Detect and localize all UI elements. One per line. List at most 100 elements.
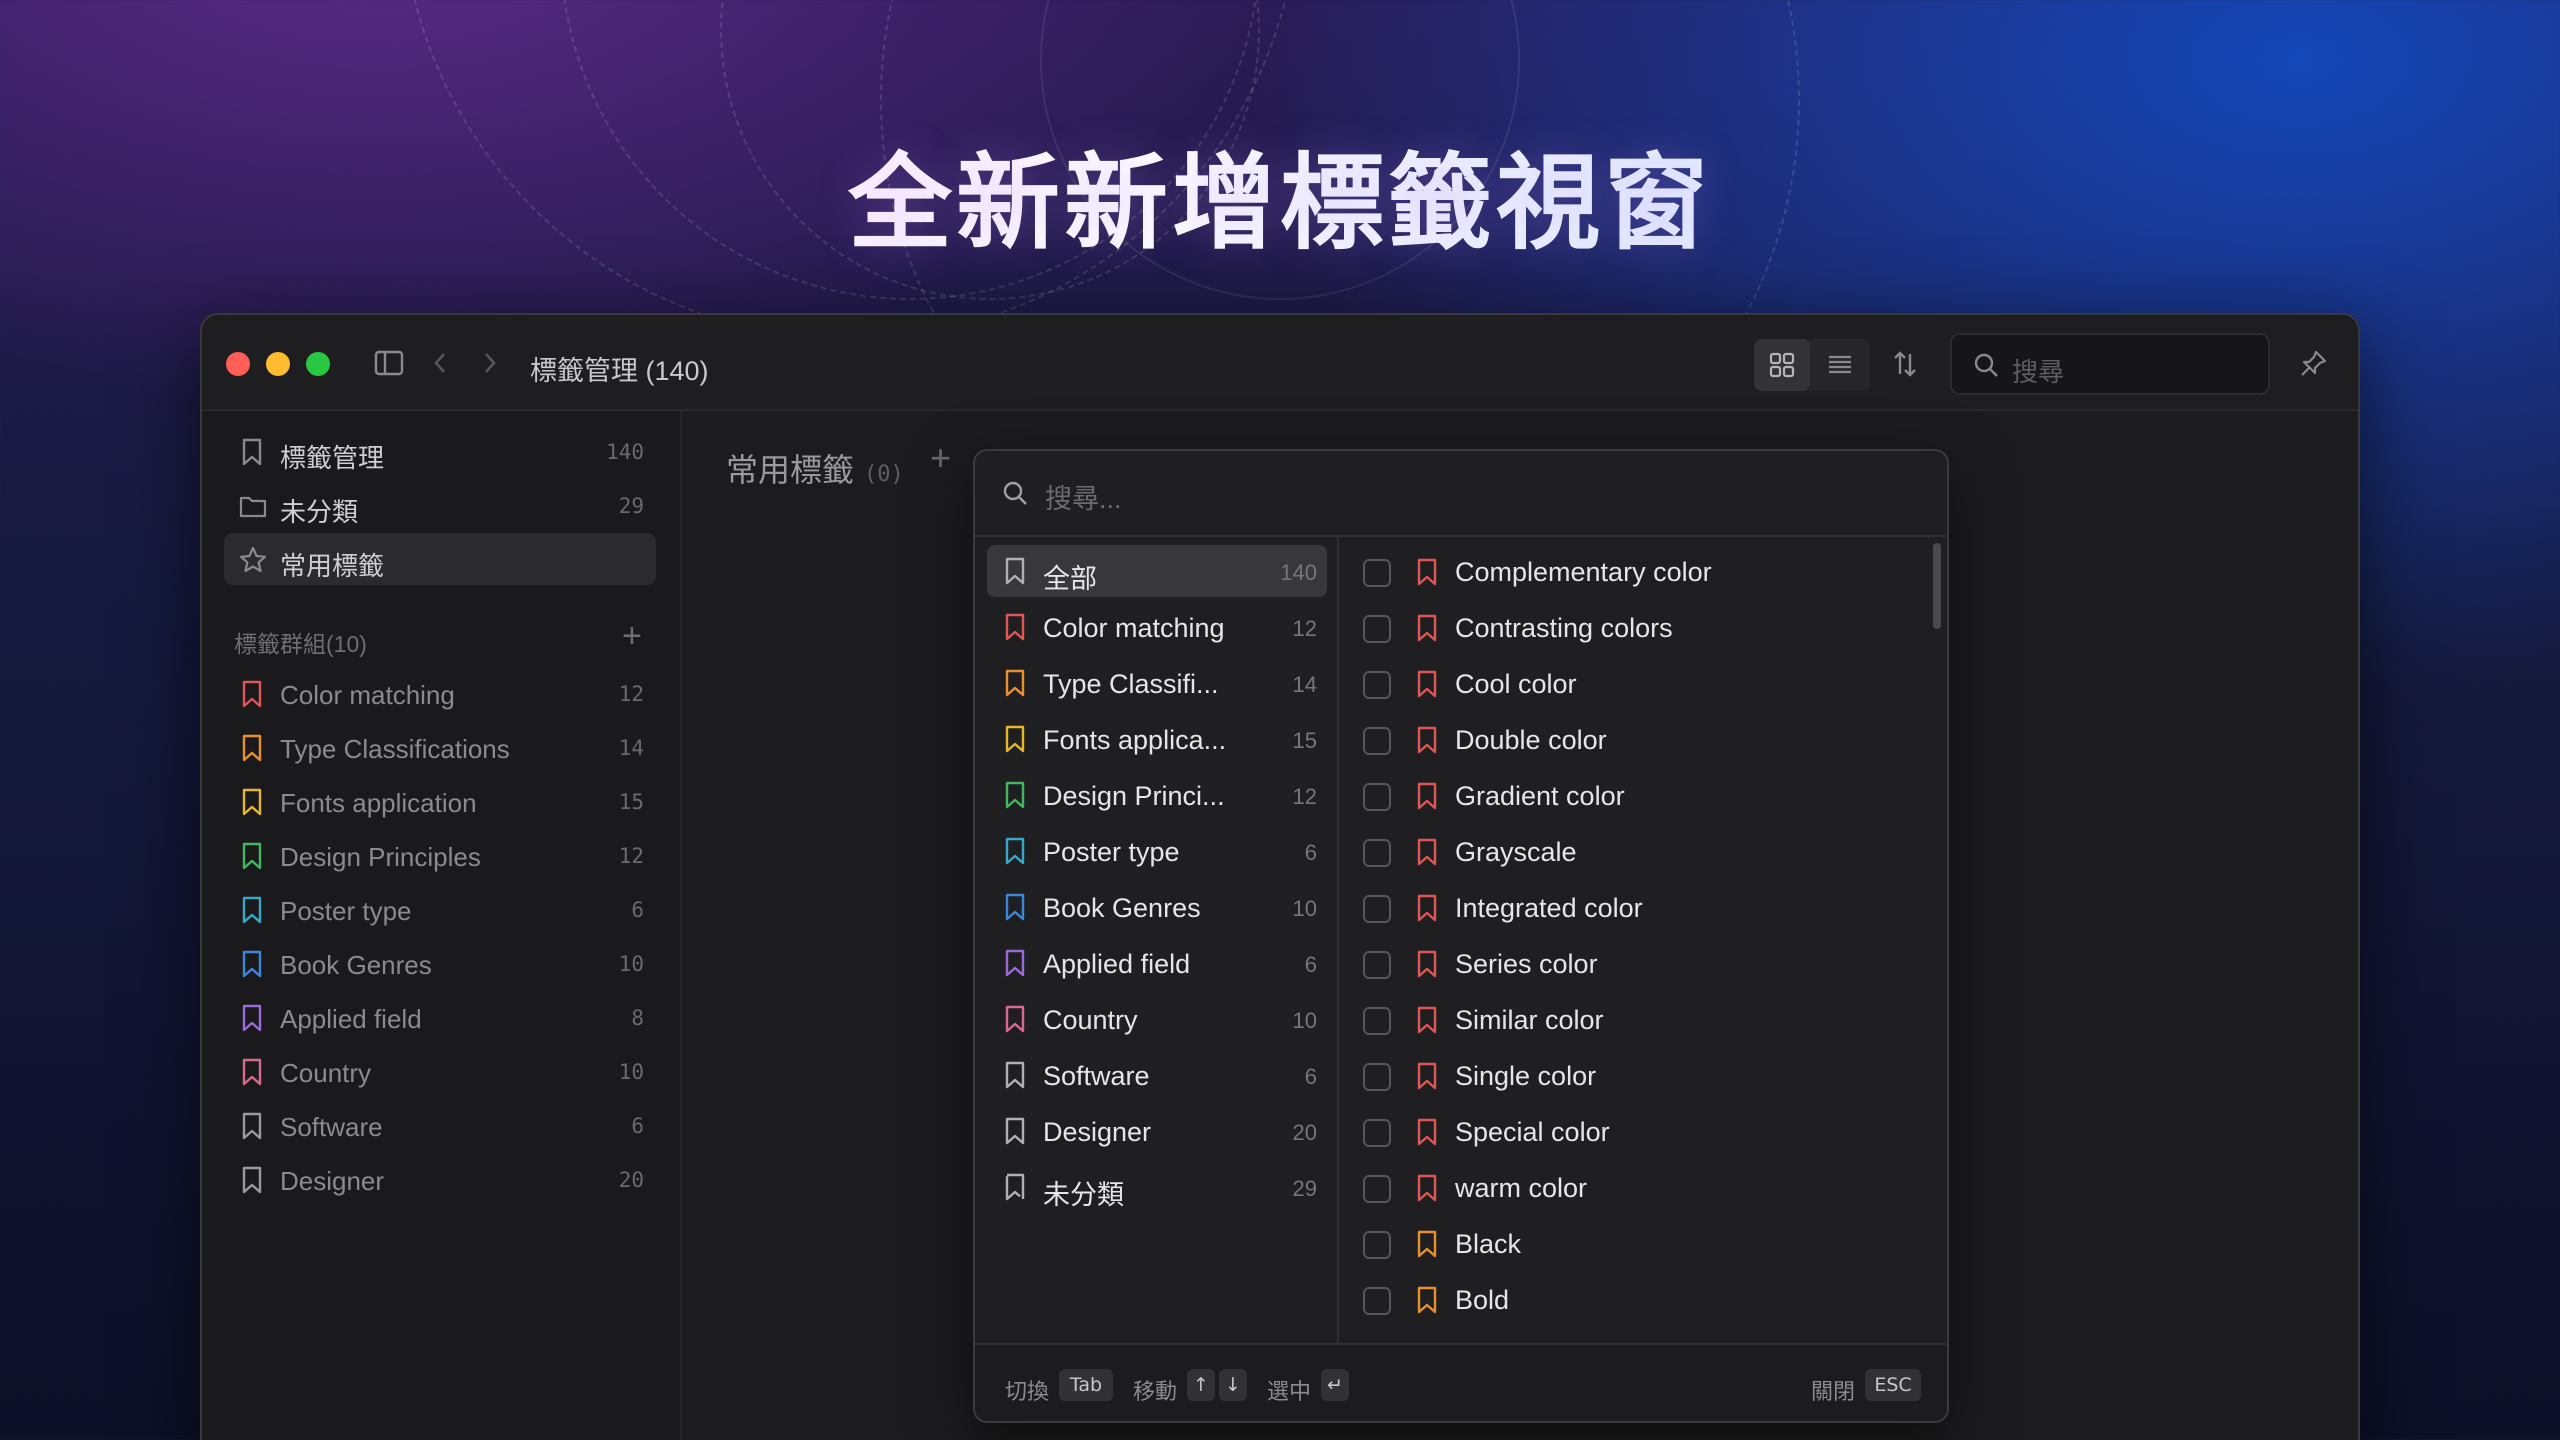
popup-tag-item[interactable]: Bold <box>1341 1273 1941 1325</box>
popup-group-count: 6 <box>1304 1064 1317 1089</box>
popup-tag-item[interactable]: Cool color <box>1341 657 1941 709</box>
tag-checkbox[interactable] <box>1363 783 1391 811</box>
tag-checkbox[interactable] <box>1363 1175 1391 1203</box>
sidebar-item-label: 標籤管理 <box>280 443 385 473</box>
bookmark-icon <box>242 842 262 870</box>
tag-group-header: 標籤群組(10) <box>234 631 367 657</box>
minimize-window-button[interactable] <box>266 352 290 376</box>
footer-tab-key: Tab <box>1059 1369 1113 1401</box>
popup-group-count: 15 <box>1292 728 1317 753</box>
sidebar-item-uncategorized[interactable]: 未分類 29 <box>224 479 656 531</box>
list-view-button[interactable] <box>1812 339 1868 391</box>
popup-group-item[interactable]: Applied field 6 <box>987 937 1327 989</box>
footer-down-key: ↓ <box>1219 1369 1247 1401</box>
tag-checkbox[interactable] <box>1363 895 1391 923</box>
popup-search-input[interactable]: 搜尋... <box>975 451 1947 537</box>
sidebar-group-item[interactable]: Color matching 12 <box>224 667 656 719</box>
main-heading: 常用標籤 (0) <box>726 445 904 491</box>
popup-group-item[interactable]: 全部 140 <box>987 545 1327 597</box>
tag-checkbox[interactable] <box>1363 1007 1391 1035</box>
sidebar-toggle-icon[interactable] <box>374 348 404 384</box>
tag-checkbox[interactable] <box>1363 727 1391 755</box>
bookmark-icon <box>1005 1117 1025 1145</box>
tag-checkbox[interactable] <box>1363 951 1391 979</box>
popup-group-item[interactable]: Poster type 6 <box>987 825 1327 877</box>
sidebar-group-item[interactable]: Applied field 8 <box>224 991 656 1043</box>
popup-group-item[interactable]: Software 6 <box>987 1049 1327 1101</box>
tag-checkbox[interactable] <box>1363 839 1391 867</box>
bookmark-icon <box>1417 838 1437 866</box>
popup-group-item[interactable]: Type Classifi... 14 <box>987 657 1327 709</box>
popup-tag-item[interactable]: Contrasting colors <box>1341 601 1941 653</box>
popup-tag-item[interactable]: Special color <box>1341 1105 1941 1157</box>
sidebar-group-count: 6 <box>631 898 644 922</box>
zoom-window-button[interactable] <box>306 352 330 376</box>
bookmark-icon <box>1417 1118 1437 1146</box>
popup-group-item[interactable]: Designer 20 <box>987 1105 1327 1157</box>
sidebar-group-item[interactable]: Fonts application 15 <box>224 775 656 827</box>
popup-search-placeholder: 搜尋... <box>1045 484 1122 514</box>
popup-tag-item[interactable]: Similar color <box>1341 993 1941 1045</box>
tag-checkbox[interactable] <box>1363 1231 1391 1259</box>
tag-checkbox[interactable] <box>1363 615 1391 643</box>
popup-tag-item[interactable]: warm color <box>1341 1161 1941 1213</box>
popup-group-item[interactable]: Color matching 12 <box>987 601 1327 653</box>
add-group-button[interactable]: + <box>622 617 642 656</box>
sidebar-group-item[interactable]: Book Genres 10 <box>224 937 656 989</box>
top-search-input[interactable]: 搜尋 <box>1950 333 2270 395</box>
bookmark-icon <box>1417 1062 1437 1090</box>
popup-tag-item[interactable]: Series color <box>1341 937 1941 989</box>
pin-icon[interactable] <box>2298 349 2328 385</box>
sidebar-group-item[interactable]: Software 6 <box>224 1099 656 1151</box>
popup-footer: 切換 Tab 移動 ↑ ↓ 選中 ↵ 關閉 ESC <box>975 1343 1947 1421</box>
popup-tag-label: Bold <box>1455 1285 1510 1315</box>
sidebar-group-item[interactable]: Poster type 6 <box>224 883 656 935</box>
sidebar-group-count: 14 <box>618 736 644 760</box>
popup-tag-item[interactable]: Integrated color <box>1341 881 1941 933</box>
sidebar-group-count: 12 <box>618 682 644 706</box>
tag-checkbox[interactable] <box>1363 1063 1391 1091</box>
popup-tag-item[interactable]: Black <box>1341 1217 1941 1269</box>
tag-checkbox[interactable] <box>1363 559 1391 587</box>
sidebar-group-item[interactable]: Design Principles 12 <box>224 829 656 881</box>
popup-group-count: 14 <box>1292 672 1317 697</box>
bookmark-icon <box>1005 781 1025 809</box>
popup-tag-item[interactable]: Double color <box>1341 713 1941 765</box>
popup-tag-item[interactable]: Single color <box>1341 1049 1941 1101</box>
uncategorized-icon <box>1005 1173 1025 1201</box>
popup-tag-label: Gradient color <box>1455 781 1625 811</box>
tag-checkbox[interactable] <box>1363 671 1391 699</box>
popup-group-item[interactable]: Design Princi... 12 <box>987 769 1327 821</box>
back-icon[interactable] <box>430 348 450 384</box>
popup-group-item[interactable]: Country 10 <box>987 993 1327 1045</box>
bookmark-icon <box>1417 894 1437 922</box>
forward-icon[interactable] <box>480 348 500 384</box>
sidebar-group-item[interactable]: Type Classifications 14 <box>224 721 656 773</box>
popup-group-label: Book Genres <box>1043 893 1201 923</box>
popup-group-label: Color matching <box>1043 613 1225 643</box>
popup-group-item[interactable]: Book Genres 10 <box>987 881 1327 933</box>
popup-tag-item[interactable]: Complementary color <box>1341 545 1941 597</box>
popup-scrollbar[interactable] <box>1933 543 1941 629</box>
popup-group-item[interactable]: Fonts applica... 15 <box>987 713 1327 765</box>
grid-view-button[interactable] <box>1754 339 1810 391</box>
bookmark-icon <box>242 1004 262 1032</box>
bookmark-icon <box>1005 837 1025 865</box>
add-favorite-tag-button[interactable]: + <box>930 437 951 479</box>
tag-checkbox[interactable] <box>1363 1287 1391 1315</box>
sidebar-item-favorite-tags[interactable]: 常用標籤 <box>224 533 656 585</box>
popup-tag-item[interactable]: Grayscale <box>1341 825 1941 877</box>
tag-checkbox[interactable] <box>1363 1119 1391 1147</box>
bookmark-icon <box>242 1058 262 1086</box>
sidebar-group-item[interactable]: Country 10 <box>224 1045 656 1097</box>
popup-group-item[interactable]: 未分類 29 <box>987 1161 1327 1213</box>
popup-tag-label: Single color <box>1455 1061 1597 1091</box>
popup-tag-item[interactable]: Gradient color <box>1341 769 1941 821</box>
footer-esc-key: ESC <box>1865 1369 1921 1401</box>
headline: 全新新增標籤視窗 <box>0 118 2560 269</box>
sort-icon[interactable] <box>1890 349 1920 385</box>
bookmark-icon <box>1417 558 1437 586</box>
sidebar-item-tag-management[interactable]: 標籤管理 140 <box>224 425 656 477</box>
sidebar-group-item[interactable]: Designer 20 <box>224 1153 656 1205</box>
close-window-button[interactable] <box>226 352 250 376</box>
